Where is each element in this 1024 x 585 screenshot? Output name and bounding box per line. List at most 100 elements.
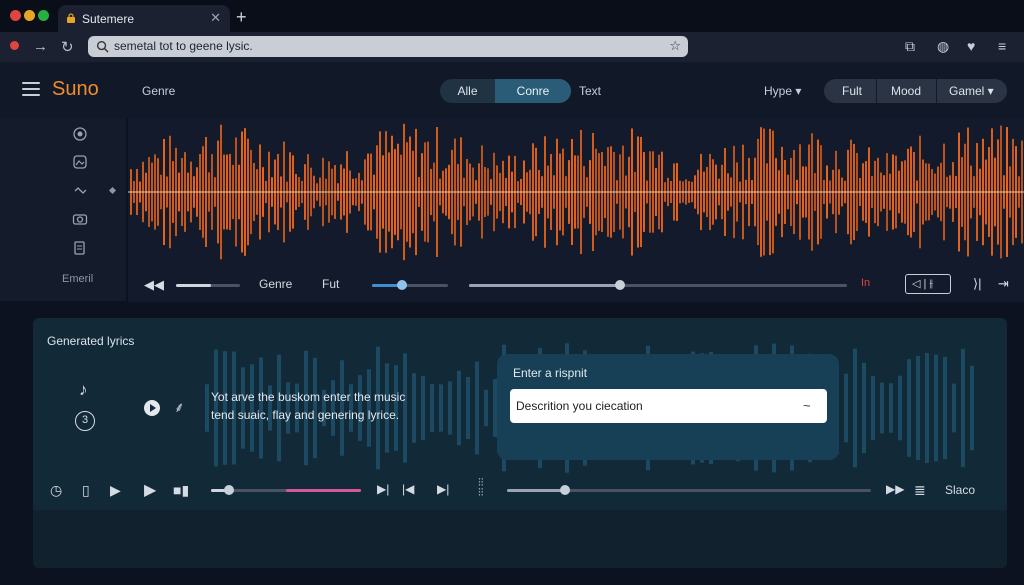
bottom-seek-bar[interactable]: [507, 485, 871, 495]
background-wave-bar: [430, 384, 434, 432]
background-wave-bar: [907, 359, 911, 457]
wand-icon[interactable]: ⸙: [174, 398, 185, 417]
menu-icon[interactable]: ≡: [998, 38, 1006, 54]
pink-range: [286, 489, 361, 492]
minimize-window-button[interactable]: [24, 10, 35, 21]
bottom-progress-slider[interactable]: [211, 485, 361, 495]
lyrics-title: Generated lyrics: [47, 334, 135, 348]
globe-icon[interactable]: ◍: [937, 38, 949, 55]
hamburger-menu-icon[interactable]: [22, 82, 40, 96]
new-tab-button[interactable]: +: [236, 7, 247, 28]
background-wave-bar: [853, 348, 857, 468]
blue-slider[interactable]: [372, 280, 448, 290]
background-wave-bar: [466, 376, 470, 440]
maximize-window-button[interactable]: [38, 10, 49, 21]
background-wave-bar: [916, 355, 920, 461]
bookmark-icon[interactable]: ▯: [82, 482, 90, 499]
lyric-line-2: tend suaic, flay and genering lyrice.: [211, 408, 400, 422]
background-wave-bar: [475, 361, 479, 455]
waveform-visual: [128, 123, 1024, 261]
browser-tab[interactable]: Sutemere ✕: [58, 5, 230, 32]
close-window-button[interactable]: [10, 10, 21, 21]
mood-pill[interactable]: Mood: [891, 84, 921, 98]
collapse-handle-icon[interactable]: [108, 186, 117, 195]
background-wave-bar: [844, 373, 848, 443]
app-header: Suno Genre Alle Conre Text Hype ▾ Fult M…: [0, 62, 1024, 118]
in-marker-label: In: [861, 277, 871, 289]
gamel-dropdown[interactable]: Gamel ▾: [949, 84, 994, 98]
bottom-strip: [33, 510, 1007, 568]
music-note-icon[interactable]: ♪: [79, 380, 88, 400]
forward-arrow-icon[interactable]: →: [33, 38, 48, 55]
background-wave-bar: [925, 352, 929, 464]
background-wave-bar: [484, 389, 488, 427]
record-button-icon[interactable]: [72, 126, 88, 142]
sidebar-label: Emeril: [62, 273, 94, 285]
equalizer-icon[interactable]: ⫶⫶ ⫶⫶: [478, 478, 484, 499]
image-icon[interactable]: [72, 154, 88, 170]
skip-forward-icon[interactable]: ⟩|: [973, 276, 981, 292]
fult-pill[interactable]: Fult: [842, 84, 862, 98]
file-icon[interactable]: [72, 240, 88, 256]
app-logo: Suno: [52, 78, 99, 100]
previous-track-icon[interactable]: |◀: [402, 482, 414, 496]
chevron-icon[interactable]: ~: [803, 398, 811, 413]
text-nav-link[interactable]: Text: [579, 84, 601, 98]
browser-nav-bar: → ↻ semetal tot to geene lysic. ☆ ⧉ ◍ ♥ …: [0, 32, 1024, 62]
play-small-icon[interactable]: ▶: [110, 482, 121, 499]
background-wave-bar: [898, 375, 902, 441]
prompt-panel: Enter a rispnit ~: [497, 354, 839, 460]
bookmark-star-icon[interactable]: ☆: [669, 38, 681, 54]
fast-forward-icon[interactable]: ▶▶: [886, 482, 904, 496]
background-wave-bar: [871, 375, 875, 441]
background-wave-bar: [205, 384, 209, 432]
genre-nav-link[interactable]: Genre: [142, 84, 175, 98]
reload-icon[interactable]: ↻: [61, 38, 74, 56]
camera-icon[interactable]: [72, 211, 88, 227]
prompt-input[interactable]: [510, 389, 827, 423]
segment-alle[interactable]: Alle: [440, 79, 495, 103]
volume-slider[interactable]: [176, 284, 240, 287]
seek-bar[interactable]: [469, 280, 847, 290]
background-wave-bar: [934, 354, 938, 462]
background-wave-bar: [952, 383, 956, 433]
rewind-icon[interactable]: ◀◀: [144, 277, 164, 293]
fut-control-label: Fut: [322, 277, 340, 291]
background-wave-bar: [862, 362, 866, 454]
lock-icon: [67, 13, 75, 23]
top-transport-bar: ◀◀ Genre Fut In ◁ | ⫲ ⟩| ⇥: [128, 268, 1024, 302]
segment-conre[interactable]: Conre: [495, 79, 571, 103]
background-wave-bar: [943, 356, 947, 460]
address-bar[interactable]: semetal tot to geene lysic. ☆: [88, 36, 688, 57]
count-badge: 3: [75, 411, 95, 431]
play-circle-icon[interactable]: [143, 399, 161, 417]
trim-toggle-button[interactable]: ◁ | ⫲: [905, 274, 951, 294]
extension-icon[interactable]: ⧉: [905, 38, 915, 55]
play-icon[interactable]: ▶: [144, 480, 156, 500]
filter-pill-group: Fult Mood Gamel ▾: [824, 79, 1007, 103]
lyric-line-1: Yot arve the buskom enter the music: [211, 390, 406, 404]
export-icon[interactable]: ⇥: [998, 276, 1009, 292]
close-tab-icon[interactable]: ✕: [210, 10, 221, 26]
genre-control-label: Genre: [259, 277, 293, 291]
bottom-progress-knob[interactable]: [224, 485, 234, 495]
link-icon[interactable]: [72, 182, 88, 198]
stop-icon[interactable]: ■▮: [173, 482, 189, 499]
skip-end-icon[interactable]: ▶|: [437, 482, 449, 496]
hype-dropdown[interactable]: Hype ▾: [764, 84, 801, 98]
blue-slider-knob[interactable]: [397, 280, 408, 290]
playlist-icon[interactable]: ≣: [914, 482, 926, 499]
background-wave-bar: [412, 373, 416, 443]
waveform-panel[interactable]: [128, 118, 1024, 268]
prompt-label: Enter a rispnit: [513, 366, 588, 380]
heart-icon[interactable]: ♥: [967, 38, 975, 54]
background-wave-bar: [439, 384, 443, 432]
background-wave-bar: [961, 348, 965, 468]
search-icon: [96, 40, 109, 53]
next-track-icon[interactable]: ▶|: [377, 482, 389, 496]
timer-icon[interactable]: ◷: [50, 482, 62, 499]
bottom-seek-knob[interactable]: [560, 485, 571, 495]
seek-knob[interactable]: [615, 280, 626, 290]
background-wave-bar: [421, 375, 425, 441]
record-icon[interactable]: [10, 41, 19, 50]
